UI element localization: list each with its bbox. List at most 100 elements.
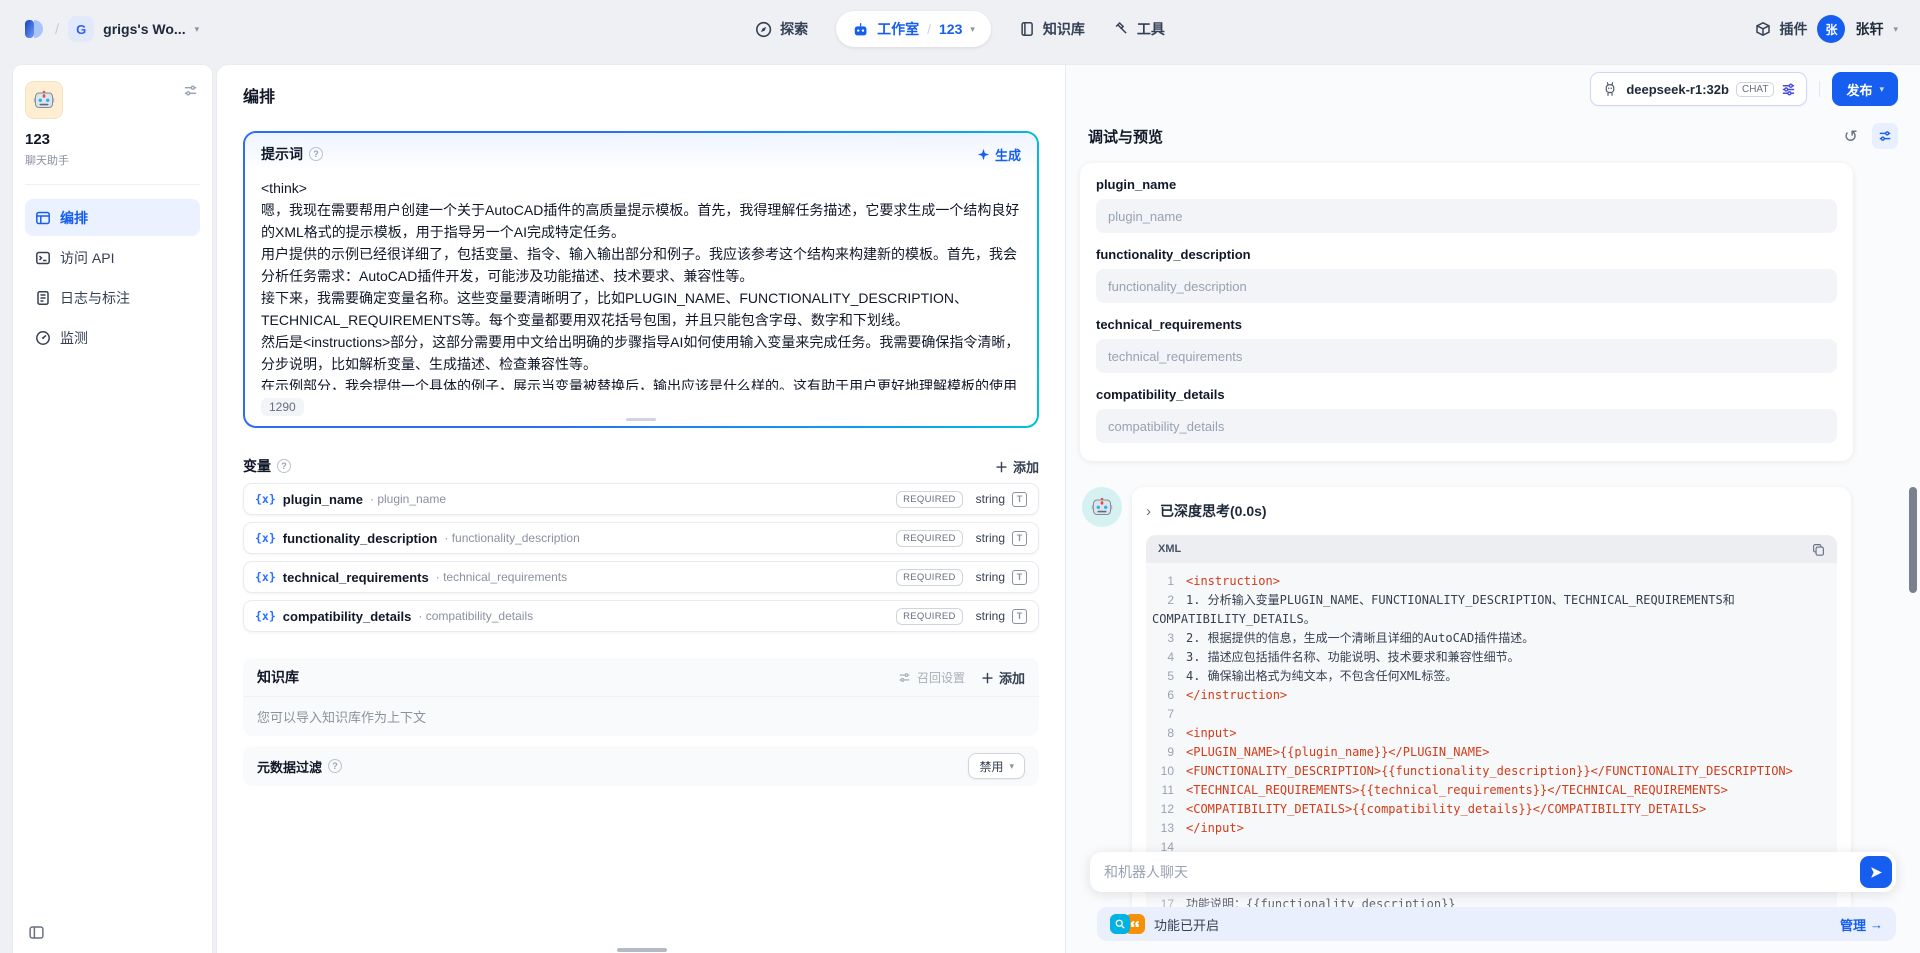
field-input[interactable] bbox=[1096, 199, 1837, 233]
send-button[interactable] bbox=[1860, 856, 1892, 888]
line-number: 3 bbox=[1146, 629, 1186, 648]
sidebar-item-orchestrate[interactable]: 编排 bbox=[25, 199, 200, 236]
app-icon[interactable] bbox=[25, 81, 63, 119]
user-name[interactable]: 张轩 bbox=[1855, 19, 1883, 39]
sidebar-settings-icon[interactable] bbox=[183, 83, 198, 98]
code-line: 2 1. 分析输入变量PLUGIN_NAME、FUNCTIONALITY_DES… bbox=[1146, 591, 1829, 610]
string-type-icon[interactable]: T bbox=[1012, 531, 1027, 546]
studio-app-tab[interactable]: 123 bbox=[939, 21, 962, 37]
help-icon[interactable]: ? bbox=[309, 147, 323, 161]
generate-button[interactable]: 生成 bbox=[977, 145, 1021, 164]
line-number: 4 bbox=[1146, 648, 1186, 667]
add-knowledge-button[interactable]: ＋ 添加 bbox=[981, 668, 1025, 687]
copy-icon[interactable] bbox=[1812, 543, 1825, 556]
nav-studio[interactable]: 工作室 / 123 ▾ bbox=[836, 11, 991, 47]
recall-settings-button[interactable]: 召回设置 bbox=[898, 669, 965, 686]
cube-icon bbox=[1755, 21, 1771, 37]
app-name: 123 bbox=[25, 131, 200, 148]
user-avatar[interactable]: 张 bbox=[1817, 15, 1845, 43]
variable-type: string bbox=[976, 609, 1005, 623]
resize-handle[interactable] bbox=[626, 418, 656, 421]
features-status: 功能已开启 bbox=[1154, 915, 1219, 934]
nav-knowledge[interactable]: 知识库 bbox=[1019, 19, 1085, 39]
string-type-icon[interactable]: T bbox=[1012, 570, 1027, 585]
line-number: 12 bbox=[1146, 800, 1186, 819]
divider bbox=[25, 184, 200, 185]
variable-icon: {x} bbox=[255, 609, 276, 623]
line-number: 8 bbox=[1146, 724, 1186, 743]
deep-thinking-toggle[interactable]: › 已深度思考(0.0s) bbox=[1146, 501, 1837, 521]
main-panel: 编排 提示词 ? 生成 <think> 嗯，我现在需要帮用户创建一个关于Auto… bbox=[216, 64, 1920, 953]
nav-studio-label: 工作室 bbox=[877, 19, 919, 39]
divider: / bbox=[927, 21, 931, 37]
book-icon bbox=[1019, 21, 1035, 37]
add-variable-button[interactable]: ＋ 添加 bbox=[995, 457, 1039, 476]
nav-explore[interactable]: 探索 bbox=[755, 19, 808, 39]
sidebar-item-logs[interactable]: 日志与标注 bbox=[25, 279, 200, 316]
variable-type: string bbox=[976, 570, 1005, 584]
variable-row[interactable]: {x} technical_requirements · technical_r… bbox=[243, 561, 1039, 593]
field-label: compatibility_details bbox=[1096, 387, 1837, 402]
code-line: COMPATIBILITY_DETAILS。 bbox=[1146, 610, 1829, 629]
workspace-name[interactable]: grigs's Wo... bbox=[103, 21, 185, 37]
terminal-icon bbox=[35, 250, 51, 266]
chevron-down-icon[interactable]: ▾ bbox=[970, 24, 975, 35]
robot-icon bbox=[852, 21, 869, 38]
help-icon[interactable]: ? bbox=[328, 759, 342, 773]
string-type-icon[interactable]: T bbox=[1012, 609, 1027, 624]
nav-plugins[interactable]: 插件 bbox=[1755, 19, 1807, 39]
line-number: 13 bbox=[1146, 819, 1186, 838]
chevron-down-icon[interactable]: ▾ bbox=[195, 24, 200, 35]
string-type-icon[interactable]: T bbox=[1012, 492, 1027, 507]
metadata-filter-toggle[interactable]: 禁用 ▾ bbox=[968, 753, 1025, 779]
model-selector[interactable]: deepseek-r1:32b CHAT bbox=[1590, 72, 1807, 106]
variable-row[interactable]: {x} compatibility_details · compatibilit… bbox=[243, 600, 1039, 632]
breadcrumb-separator: / bbox=[55, 21, 59, 38]
citation-feature-icon bbox=[1110, 914, 1130, 934]
features-settings-icon[interactable] bbox=[1872, 123, 1898, 149]
llama-icon bbox=[1601, 80, 1619, 98]
send-icon bbox=[1869, 865, 1884, 880]
manage-features-link[interactable]: 管理 → bbox=[1840, 915, 1883, 934]
chevron-down-icon[interactable]: ▾ bbox=[1893, 24, 1898, 35]
page-title: 编排 bbox=[243, 83, 1039, 107]
publish-button[interactable]: 发布 ▾ bbox=[1832, 72, 1898, 106]
help-icon[interactable]: ? bbox=[277, 459, 291, 473]
variable-icon: {x} bbox=[255, 531, 276, 545]
app-type: 聊天助手 bbox=[25, 152, 200, 168]
required-badge: REQUIRED bbox=[896, 530, 963, 547]
field-input[interactable] bbox=[1096, 339, 1837, 373]
dify-logo[interactable] bbox=[22, 17, 46, 41]
code-line: 3 2. 根据提供的信息，生成一个清晰且详细的AutoCAD插件描述。 bbox=[1146, 629, 1829, 648]
chat-input-bar bbox=[1090, 852, 1896, 892]
chat-input[interactable] bbox=[1104, 864, 1860, 880]
collapse-sidebar-icon[interactable] bbox=[28, 924, 45, 941]
sidebar-item-monitoring[interactable]: 监测 bbox=[25, 319, 200, 356]
field-input[interactable] bbox=[1096, 269, 1837, 303]
variable-key: · compatibility_details bbox=[418, 609, 533, 623]
field-input[interactable] bbox=[1096, 409, 1837, 443]
prompt-label: 提示词 bbox=[261, 144, 303, 164]
debug-panel-title: 调试与预览 bbox=[1088, 126, 1163, 147]
plus-icon: ＋ bbox=[981, 668, 994, 687]
model-params-icon[interactable] bbox=[1781, 82, 1796, 97]
reset-icon[interactable]: ↺ bbox=[1844, 128, 1858, 145]
arrow-right-icon: → bbox=[1870, 917, 1883, 932]
required-badge: REQUIRED bbox=[896, 608, 963, 625]
sidebar-item-api[interactable]: 访问 API bbox=[25, 239, 200, 276]
form-field: compatibility_details bbox=[1096, 387, 1837, 457]
workspace-avatar[interactable]: G bbox=[68, 16, 94, 42]
horizontal-scrollbar[interactable] bbox=[617, 948, 667, 952]
nav-tools[interactable]: 工具 bbox=[1113, 19, 1165, 39]
prompt-editor[interactable]: <think> 嗯，我现在需要帮用户创建一个关于AutoCAD插件的高质量提示模… bbox=[245, 168, 1037, 390]
variable-row[interactable]: {x} functionality_description · function… bbox=[243, 522, 1039, 554]
variable-row[interactable]: {x} plugin_name · plugin_name REQUIRED s… bbox=[243, 483, 1039, 515]
bot-avatar bbox=[1082, 487, 1122, 527]
vertical-scrollbar[interactable] bbox=[1909, 487, 1917, 593]
char-count-badge: 1290 bbox=[261, 398, 304, 416]
form-field: technical_requirements bbox=[1096, 317, 1837, 387]
compass-icon bbox=[755, 21, 772, 38]
code-line: 10 <FUNCTIONALITY_DESCRIPTION>{{function… bbox=[1146, 762, 1829, 781]
code-line: 5 4. 确保输出格式为纯文本，不包含任何XML标签。 bbox=[1146, 667, 1829, 686]
code-line: 12 <COMPATIBILITY_DETAILS>{{compatibilit… bbox=[1146, 800, 1829, 819]
